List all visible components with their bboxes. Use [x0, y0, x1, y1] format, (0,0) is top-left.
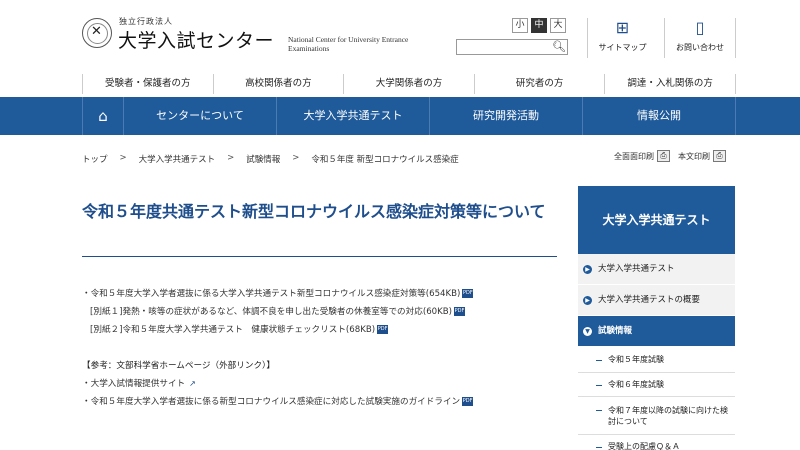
- nav-item-disclosure[interactable]: 情報公開: [583, 97, 736, 135]
- pdf-icon: PDF: [454, 307, 466, 316]
- print-area: 全面面印刷 ⎙ 本文印刷 ⎙: [614, 150, 726, 162]
- nav-item-about[interactable]: センターについて: [124, 97, 277, 135]
- audience-item-procurement[interactable]: 調達・入札関係の方: [604, 74, 736, 94]
- pdf-icon: PDF: [462, 397, 474, 406]
- nav-item-common-test[interactable]: 大学入学共通テスト: [277, 97, 430, 135]
- logo-english: National Center for University Entrance …: [288, 35, 409, 53]
- breadcrumb-item-common-test[interactable]: 大学入学共通テスト: [139, 153, 216, 165]
- sidebar-item-exam-info[interactable]: ▼ 試験情報: [578, 316, 735, 347]
- logo-emblem-icon[interactable]: [82, 18, 112, 48]
- breadcrumb-item-top[interactable]: トップ: [82, 153, 108, 165]
- chevron-down-icon: ▼: [583, 327, 592, 336]
- doc-link-label: [別紙１]発熱・咳等の症状があるなど、体調不良を申し出た受験者の休養室等での対応…: [90, 307, 453, 317]
- doc-link-label: ・令和５年度大学入学者選抜に係る大学入学共通テスト新型コロナウイルス感染症対策等…: [82, 289, 461, 299]
- printer-icon: ⎙: [657, 150, 670, 162]
- external-link-icon: ↗: [189, 379, 196, 388]
- doc-link-countermeasures[interactable]: ・令和５年度大学入学者選抜に係る大学入学共通テスト新型コロナウイルス感染症対策等…: [82, 287, 474, 299]
- search-icon[interactable]: 🔍︎: [552, 40, 566, 53]
- sidebar-item-label: 大学入学共通テスト: [598, 264, 675, 274]
- sidebar-item-label: 大学入学共通テストの概要: [598, 295, 701, 305]
- phone-icon: ▯: [695, 18, 705, 37]
- sidebar-heading[interactable]: 大学入学共通テスト: [578, 186, 735, 254]
- sidebar-subitem-r5[interactable]: 令和５年度試験: [578, 347, 735, 373]
- font-size-medium-button[interactable]: 中: [531, 18, 547, 33]
- sitemap-label: サイトマップ: [598, 43, 647, 52]
- sitemap-link[interactable]: ⊞ サイトマップ: [587, 18, 657, 58]
- home-icon[interactable]: ⌂: [82, 97, 124, 135]
- doc-link-label: [別紙２]令和５年度大学入学共通テスト 健康状態チェックリスト(68KB): [90, 325, 376, 335]
- title-divider: [82, 256, 557, 257]
- breadcrumb-separator: >: [292, 153, 300, 163]
- chevron-right-icon: ▶: [583, 265, 592, 274]
- nav-item-research[interactable]: 研究開発活動: [430, 97, 583, 135]
- ref-link-guideline[interactable]: ・令和５年度大学入学者選抜に係る新型コロナウイルス感染症に対応した試験実施のガイ…: [82, 395, 474, 407]
- breadcrumb-separator: >: [119, 153, 127, 163]
- contact-label: お問い合わせ: [676, 43, 724, 52]
- main-nav: ⌂ センターについて 大学入学共通テスト 研究開発活動 情報公開: [0, 97, 800, 135]
- contact-link[interactable]: ▯ お問い合わせ: [664, 18, 736, 58]
- page-title: 令和５年度共通テスト新型コロナウイルス感染症対策等について: [82, 202, 546, 221]
- printer-icon: ⎙: [713, 150, 726, 162]
- font-size-small-button[interactable]: 小: [512, 18, 528, 33]
- print-body-button[interactable]: 本文印刷 ⎙: [678, 150, 726, 162]
- sidebar-subitem-accommodation-qa[interactable]: 受験上の配慮Ｑ＆Ａ: [578, 435, 735, 450]
- pdf-icon: PDF: [462, 289, 474, 298]
- print-body-label: 本文印刷: [678, 151, 710, 161]
- reference-heading: 【参考：文部科学省ホームページ（外部リンク）】: [82, 361, 275, 371]
- audience-item-examinees[interactable]: 受験者・保護者の方: [82, 74, 213, 94]
- audience-item-researchers[interactable]: 研究者の方: [473, 74, 605, 94]
- print-full-label: 全面面印刷: [614, 151, 654, 161]
- sidebar: 大学入学共通テスト ▶ 大学入学共通テスト ▶ 大学入学共通テストの概要 ▼ 試…: [578, 186, 735, 450]
- breadcrumb: トップ > 大学入学共通テスト > 試験情報 > 令和５年度 新型コロナウイルス…: [82, 153, 459, 165]
- sidebar-subitem-r6[interactable]: 令和６年度試験: [578, 373, 735, 397]
- pdf-icon: PDF: [377, 325, 389, 334]
- audience-item-university[interactable]: 大学関係者の方: [343, 74, 474, 94]
- chevron-right-icon: ▶: [583, 296, 592, 305]
- doc-link-attachment-1[interactable]: [別紙１]発熱・咳等の症状があるなど、体調不良を申し出た受験者の休養室等での対応…: [90, 305, 466, 317]
- logo-title[interactable]: 大学入試センター: [118, 26, 274, 53]
- print-full-button[interactable]: 全面面印刷 ⎙: [614, 150, 670, 162]
- site-header: 独立行政法人 大学入試センター National Center for Univ…: [0, 0, 800, 68]
- breadcrumb-separator: >: [227, 153, 235, 163]
- sidebar-item-common-test[interactable]: ▶ 大学入学共通テスト: [578, 254, 735, 285]
- ref-link-label: ・令和５年度大学入学者選抜に係る新型コロナウイルス感染症に対応した試験実施のガイ…: [82, 397, 461, 407]
- ref-link-admissions-info[interactable]: ・大学入試情報提供サイト ↗: [82, 377, 196, 389]
- sidebar-item-overview[interactable]: ▶ 大学入学共通テストの概要: [578, 285, 735, 316]
- breadcrumb-item-current: 令和５年度 新型コロナウイルス感染症: [311, 155, 459, 165]
- sidebar-item-label: 試験情報: [598, 326, 633, 336]
- breadcrumb-item-exam-info[interactable]: 試験情報: [246, 153, 280, 165]
- doc-link-attachment-2[interactable]: [別紙２]令和５年度大学入学共通テスト 健康状態チェックリスト(68KB) PDF: [90, 323, 389, 335]
- sidebar-subitem-r7-plan[interactable]: 令和７年度以降の試験に向けた検討について: [578, 397, 735, 435]
- audience-nav: 受験者・保護者の方 高校関係者の方 大学関係者の方 研究者の方 調達・入札関係の…: [82, 74, 736, 94]
- font-size-large-button[interactable]: 大: [550, 18, 566, 33]
- audience-item-highschool[interactable]: 高校関係者の方: [212, 74, 344, 94]
- ref-link-label: ・大学入試情報提供サイト: [82, 379, 186, 389]
- sitemap-icon: ⊞: [615, 18, 630, 37]
